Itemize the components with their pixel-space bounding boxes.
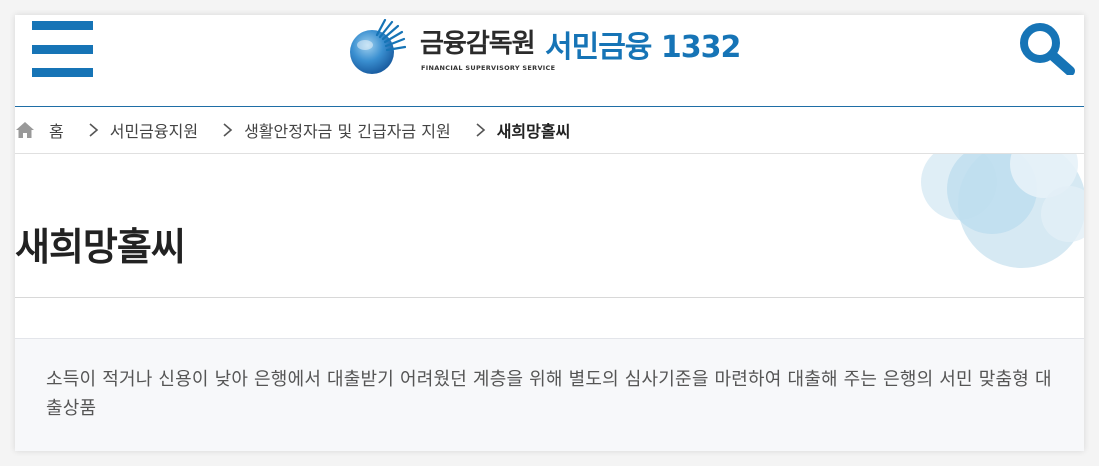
fss-emblem-icon	[350, 19, 406, 74]
chevron-right-icon	[89, 123, 98, 137]
breadcrumb-item-0[interactable]: 서민금융지원	[110, 118, 198, 142]
title-area: 새희망홀씨	[15, 154, 1084, 298]
breadcrumb-current: 새희망홀씨	[496, 122, 571, 141]
breadcrumb-home[interactable]: 홈	[15, 118, 64, 142]
decorative-bubbles	[921, 154, 1084, 268]
page-title: 새희망홀씨	[15, 225, 186, 269]
description-text: 소득이 적거나 신용이 낮아 은행에서 대출받기 어려웠던 계층을 위해 별도의…	[46, 369, 1052, 419]
description-box: 소득이 적거나 신용이 낮아 은행에서 대출받기 어려웠던 계층을 위해 별도의…	[15, 338, 1084, 451]
breadcrumb-home-label: 홈	[49, 122, 64, 141]
breadcrumb-item-1[interactable]: 생활안정자금 및 긴급자금 지원	[244, 118, 451, 142]
hamburger-menu-icon[interactable]	[32, 21, 93, 77]
service-name: 서민금융 1332	[545, 30, 741, 65]
org-name-korean: 금융감독원	[420, 29, 536, 59]
menu-bar	[32, 21, 93, 30]
chevron-right-icon	[476, 123, 485, 137]
home-icon	[16, 122, 34, 138]
menu-bar	[32, 68, 93, 77]
search-icon[interactable]	[1016, 21, 1076, 75]
page-container: 금융감독원 FINANCIAL SUPERVISORY SERVICE 서민금융…	[15, 15, 1084, 451]
site-header: 금융감독원 FINANCIAL SUPERVISORY SERVICE 서민금융…	[15, 15, 1084, 107]
site-logo[interactable]: 금융감독원 FINANCIAL SUPERVISORY SERVICE 서민금융…	[348, 17, 768, 77]
menu-bar	[32, 45, 93, 54]
breadcrumb: 홈 서민금융지원 생활안정자금 및 긴급자금 지원 새희망홀씨	[15, 107, 1084, 154]
org-name-english: FINANCIAL SUPERVISORY SERVICE	[421, 64, 556, 72]
chevron-right-icon	[223, 123, 233, 137]
